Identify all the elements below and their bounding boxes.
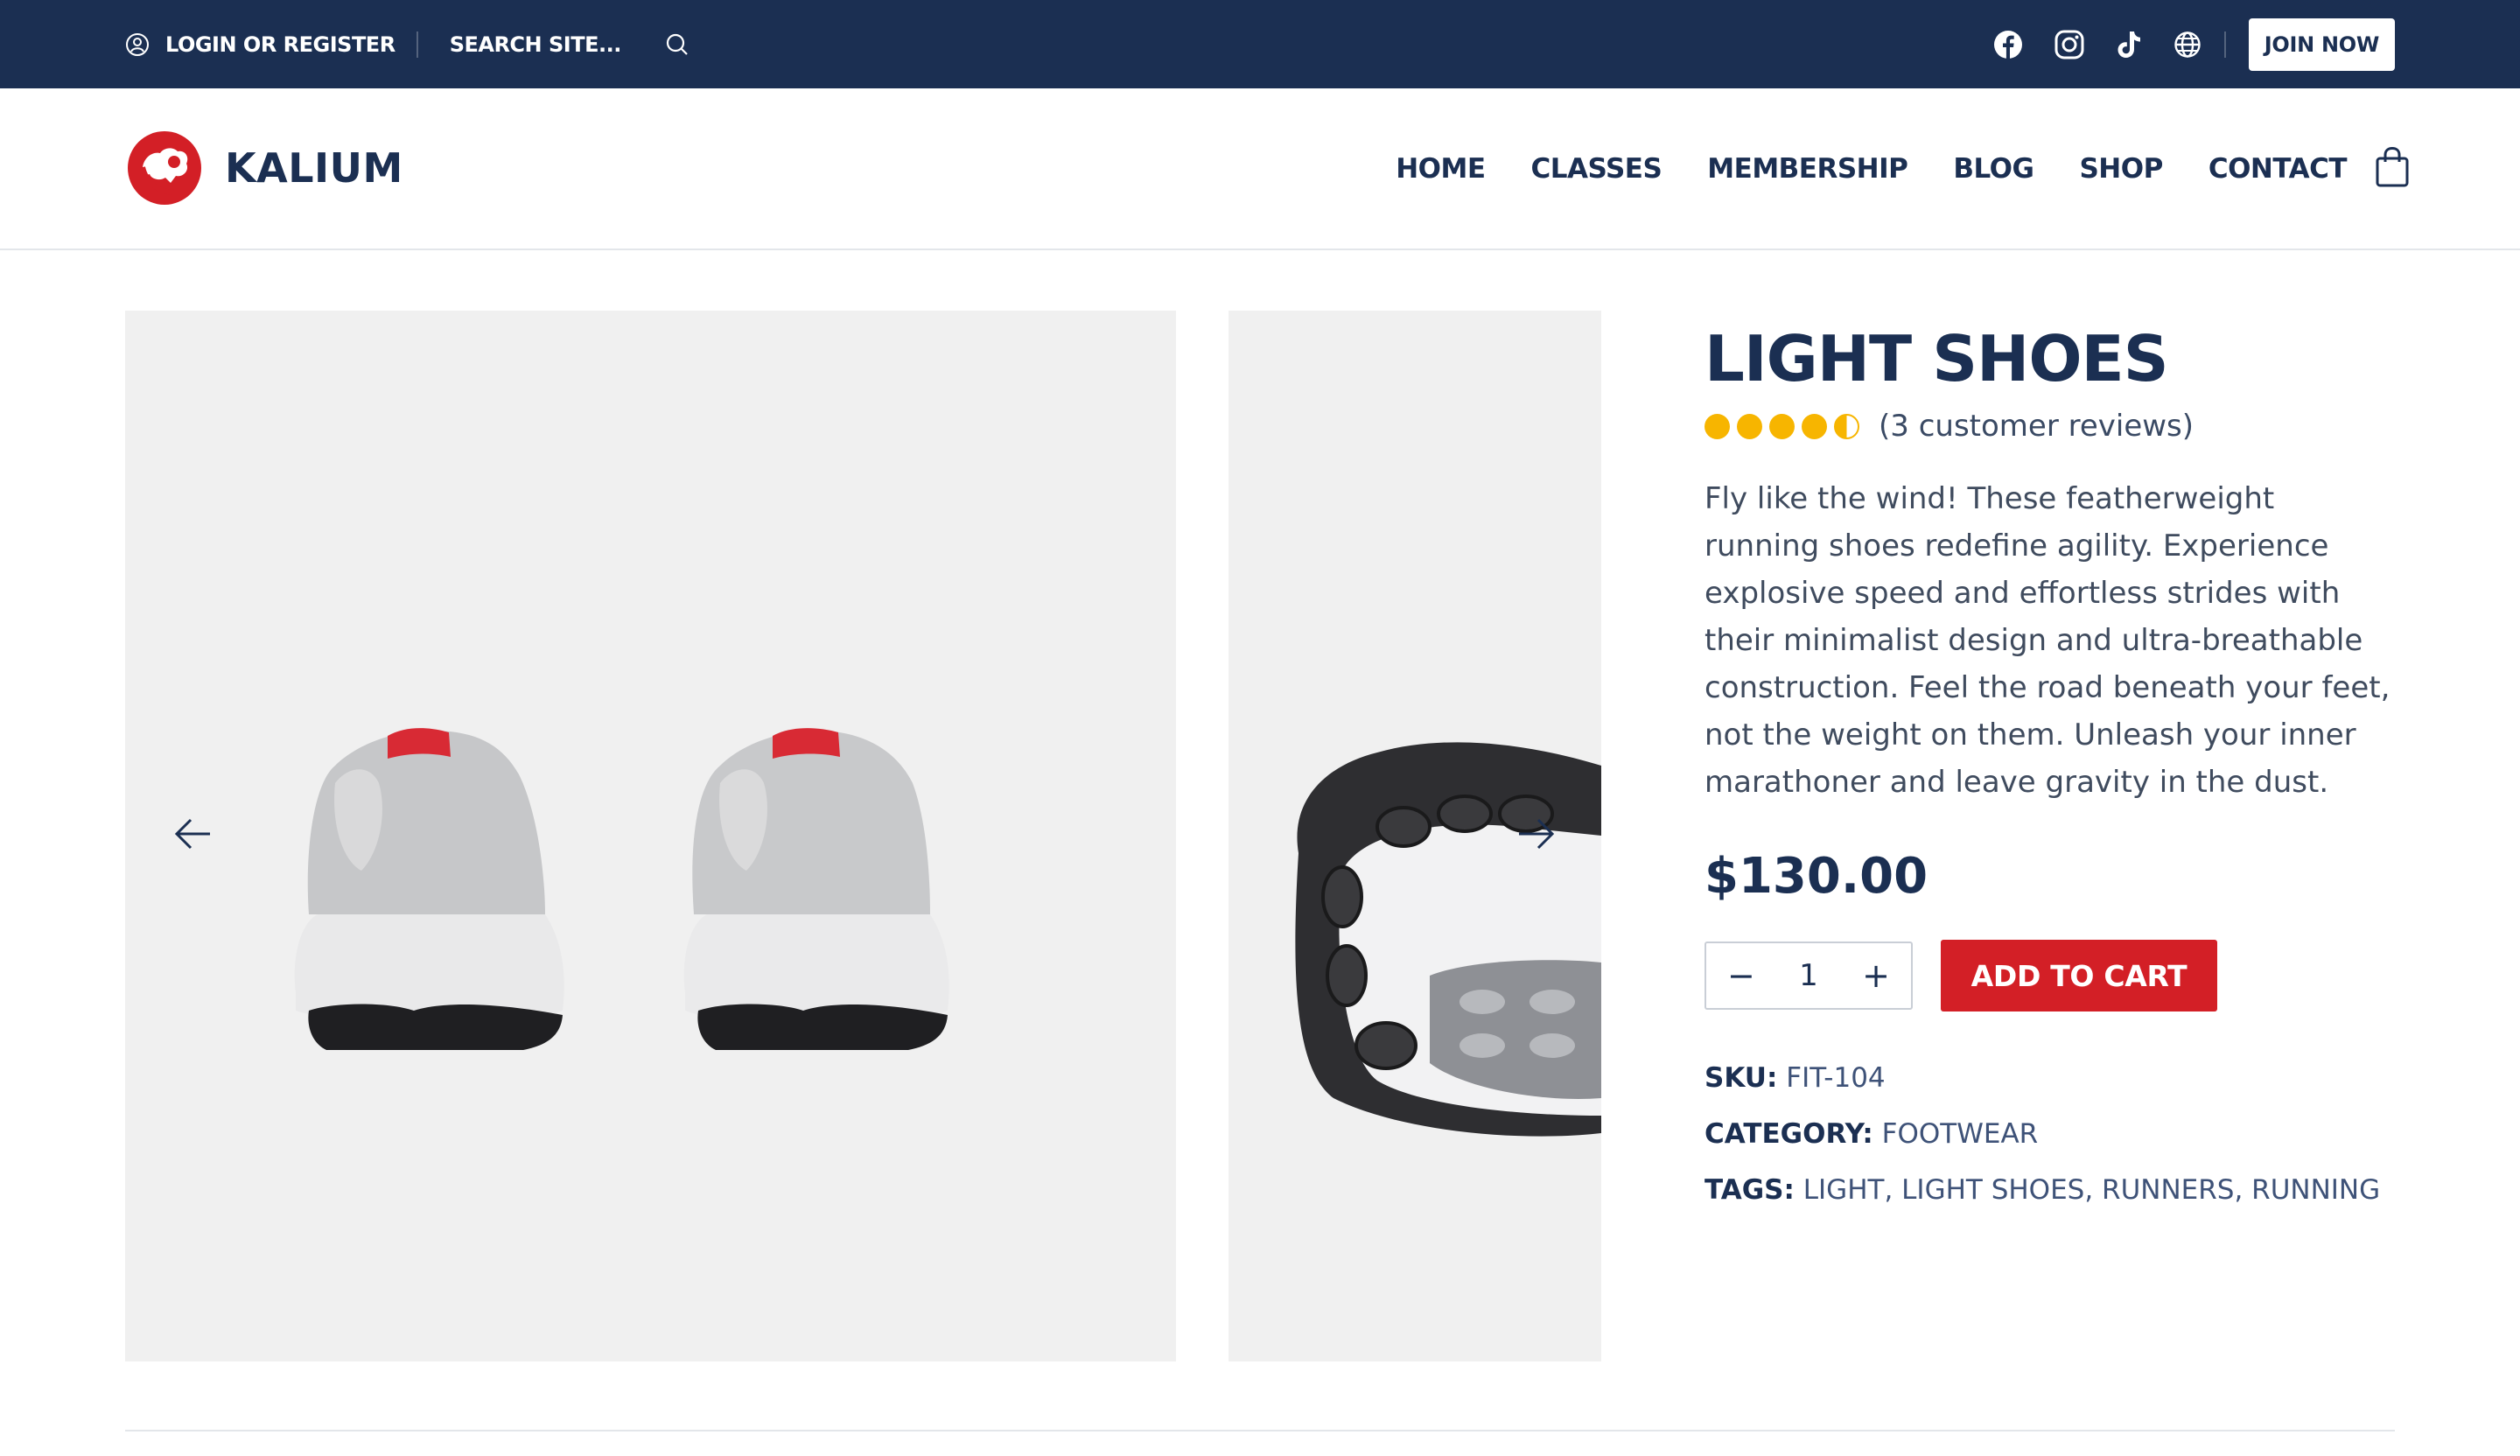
brand-logo-link[interactable]: KALIUM xyxy=(125,130,403,206)
product-meta: SKU: FIT-104 CATEGORY: FOOTWEAR TAGS: LI… xyxy=(1704,1050,2396,1218)
category-row: CATEGORY: FOOTWEAR xyxy=(1704,1106,2396,1162)
nav-item-blog[interactable]: BLOG xyxy=(1953,153,2034,185)
sku-label: SKU: xyxy=(1704,1062,1778,1094)
category-label: CATEGORY: xyxy=(1704,1118,1873,1150)
star-full-icon xyxy=(1769,413,1795,439)
social-links xyxy=(1993,30,2202,60)
nav-item-home[interactable]: HOME xyxy=(1396,153,1486,185)
arrow-right-icon[interactable] xyxy=(1517,818,1556,850)
kalium-logo-icon xyxy=(128,131,201,205)
facebook-icon[interactable] xyxy=(1993,30,2023,60)
site-header: KALIUM HOME CLASSES MEMBERSHIP BLOG SHOP… xyxy=(0,88,2520,250)
product-rating: (3 customer reviews) xyxy=(1704,409,2396,444)
join-now-button[interactable]: JOIN NOW xyxy=(2248,18,2395,71)
search-placeholder: SEARCH SITE... xyxy=(449,32,622,57)
search-icon[interactable] xyxy=(665,32,690,57)
purchase-row: − 1 + ADD TO CART xyxy=(1704,940,2396,1012)
login-register-link[interactable]: LOGIN OR REGISTER xyxy=(125,32,396,57)
product-image-second[interactable] xyxy=(1228,311,1601,1362)
star-full-icon xyxy=(1704,413,1730,439)
star-half-icon xyxy=(1834,413,1859,439)
nav-item-contact[interactable]: CONTACT xyxy=(2208,153,2348,185)
shopping-bag-icon[interactable] xyxy=(2375,146,2410,188)
sku-value: FIT-104 xyxy=(1786,1062,1886,1094)
top-bar-right: JOIN NOW xyxy=(1993,0,2395,88)
globe-icon[interactable] xyxy=(2174,31,2202,59)
minus-icon[interactable]: − xyxy=(1727,959,1755,992)
user-icon xyxy=(126,32,149,56)
tags-row: TAGS: LIGHT, LIGHT SHOES, RUNNERS, RUNNI… xyxy=(1704,1162,2396,1218)
brand-name: KALIUM xyxy=(225,144,403,192)
top-bar: LOGIN OR REGISTER SEARCH SITE... JOIN NO… xyxy=(0,0,2520,88)
divider xyxy=(416,31,418,58)
product-image-main[interactable] xyxy=(125,311,1176,1362)
quantity-stepper: − 1 + xyxy=(1704,942,1913,1010)
add-to-cart-button[interactable]: ADD TO CART xyxy=(1941,940,2217,1012)
product-price: $130.00 xyxy=(1704,848,1928,905)
top-bar-left: LOGIN OR REGISTER SEARCH SITE... xyxy=(125,0,690,88)
arrow-left-icon[interactable] xyxy=(173,818,212,850)
reviews-link[interactable]: (3 customer reviews) xyxy=(1879,409,2194,444)
divider xyxy=(2223,31,2226,58)
tiktok-icon[interactable] xyxy=(2116,30,2142,60)
tags-links[interactable]: LIGHT, LIGHT SHOES, RUNNERS, RUNNING xyxy=(1803,1174,2380,1206)
product-description: Fly like the wind! These featherweight r… xyxy=(1704,481,2390,800)
plus-icon[interactable]: + xyxy=(1862,959,1890,992)
search-input[interactable]: SEARCH SITE... xyxy=(450,32,690,57)
tags-label: TAGS: xyxy=(1704,1174,1795,1206)
shoes-rear-view-image xyxy=(294,728,949,1050)
product-title: LIGHT SHOES xyxy=(1704,322,2169,396)
instagram-icon[interactable] xyxy=(2054,30,2084,60)
star-full-icon xyxy=(1802,413,1827,439)
main-nav: HOME CLASSES MEMBERSHIP BLOG SHOP CONTAC… xyxy=(1396,88,2347,248)
nav-item-shop[interactable]: SHOP xyxy=(2079,153,2163,185)
sku-row: SKU: FIT-104 xyxy=(1704,1050,2396,1106)
nav-item-classes[interactable]: CLASSES xyxy=(1531,153,1662,185)
rating-stars xyxy=(1704,413,1859,439)
section-divider xyxy=(125,1430,2395,1432)
login-register-label: LOGIN OR REGISTER xyxy=(165,32,396,57)
category-link[interactable]: FOOTWEAR xyxy=(1882,1118,2039,1150)
product-summary: LIGHT SHOES (3 customer reviews) Fly lik… xyxy=(1704,311,2396,1218)
quantity-value[interactable]: 1 xyxy=(1799,958,1818,993)
nav-item-membership[interactable]: MEMBERSHIP xyxy=(1707,153,1908,185)
star-full-icon xyxy=(1737,413,1762,439)
